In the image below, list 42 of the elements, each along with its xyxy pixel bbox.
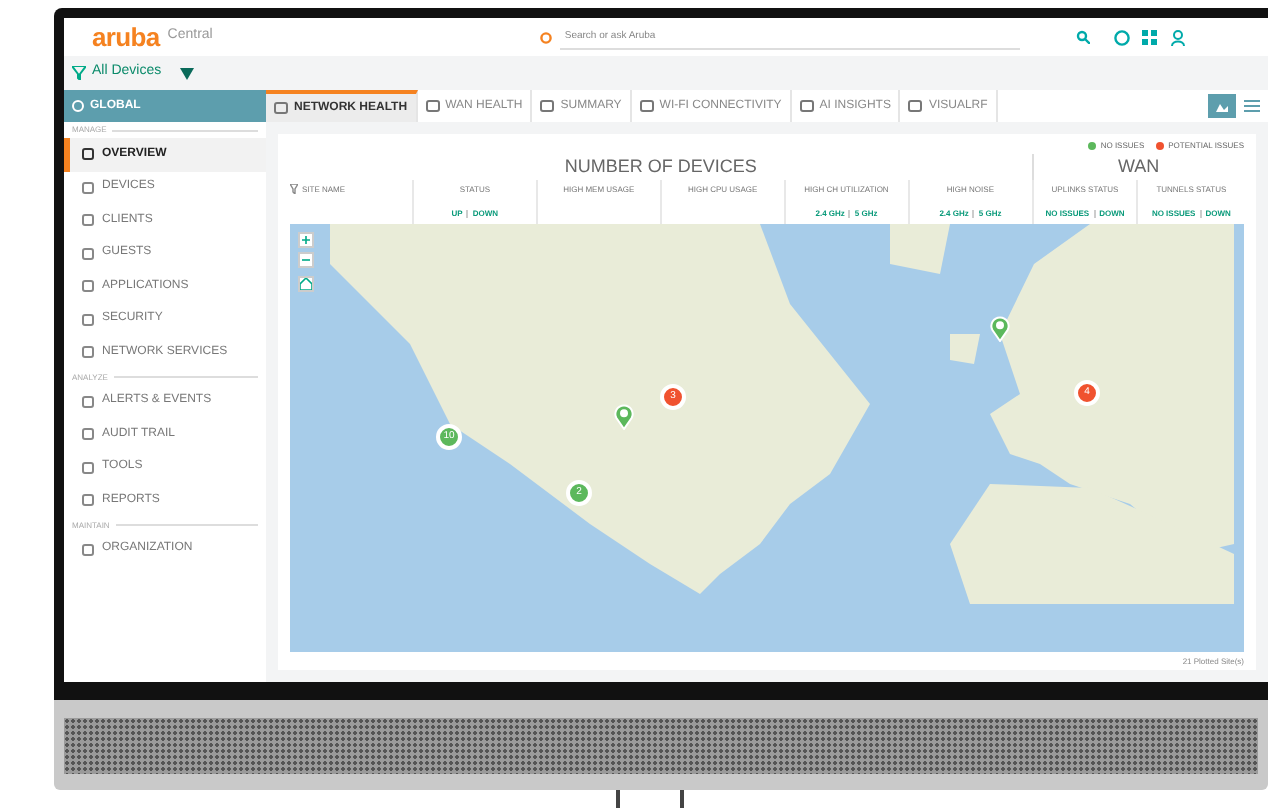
square-icon — [82, 461, 94, 474]
square-icon — [274, 102, 288, 114]
home-button[interactable] — [298, 276, 314, 292]
square-icon — [82, 181, 94, 194]
globe-icon — [72, 100, 84, 112]
list-icon — [1244, 100, 1260, 112]
location-pin[interactable] — [990, 316, 1010, 342]
square-icon — [639, 100, 654, 112]
square-icon — [82, 214, 94, 227]
square-icon — [82, 395, 94, 408]
square-icon — [908, 100, 923, 112]
monitor-stand — [616, 790, 684, 808]
square-icon — [425, 100, 440, 112]
search-icon — [540, 31, 553, 43]
square-icon — [799, 100, 814, 112]
square-icon — [82, 280, 94, 293]
minus-icon — [302, 256, 310, 264]
user-icon — [1170, 29, 1187, 45]
home-icon — [300, 278, 312, 290]
square-icon — [540, 100, 555, 112]
map-view-button[interactable] — [1208, 94, 1236, 118]
plus-icon — [302, 236, 310, 244]
location-pin[interactable] — [614, 404, 634, 430]
square-icon — [82, 543, 94, 556]
group-header: NUMBER OF DEVICES — [290, 154, 1034, 180]
caret-icon — [179, 67, 194, 79]
zoom-out-button[interactable] — [298, 252, 314, 268]
square-icon — [82, 346, 94, 359]
map-icon — [1216, 101, 1228, 111]
group-header: WAN — [1116, 154, 1162, 180]
filter-icon — [72, 66, 86, 80]
square-icon — [82, 247, 94, 260]
logo: aruba — [92, 24, 160, 50]
help-icon — [1114, 29, 1131, 45]
square-icon — [82, 148, 94, 161]
filter-icon — [290, 184, 298, 194]
zoom-in-button[interactable] — [298, 232, 314, 248]
square-icon — [82, 494, 94, 507]
search-icon — [1076, 30, 1091, 44]
grid-icon — [1142, 29, 1159, 45]
square-icon — [82, 428, 94, 441]
square-icon — [82, 313, 94, 326]
